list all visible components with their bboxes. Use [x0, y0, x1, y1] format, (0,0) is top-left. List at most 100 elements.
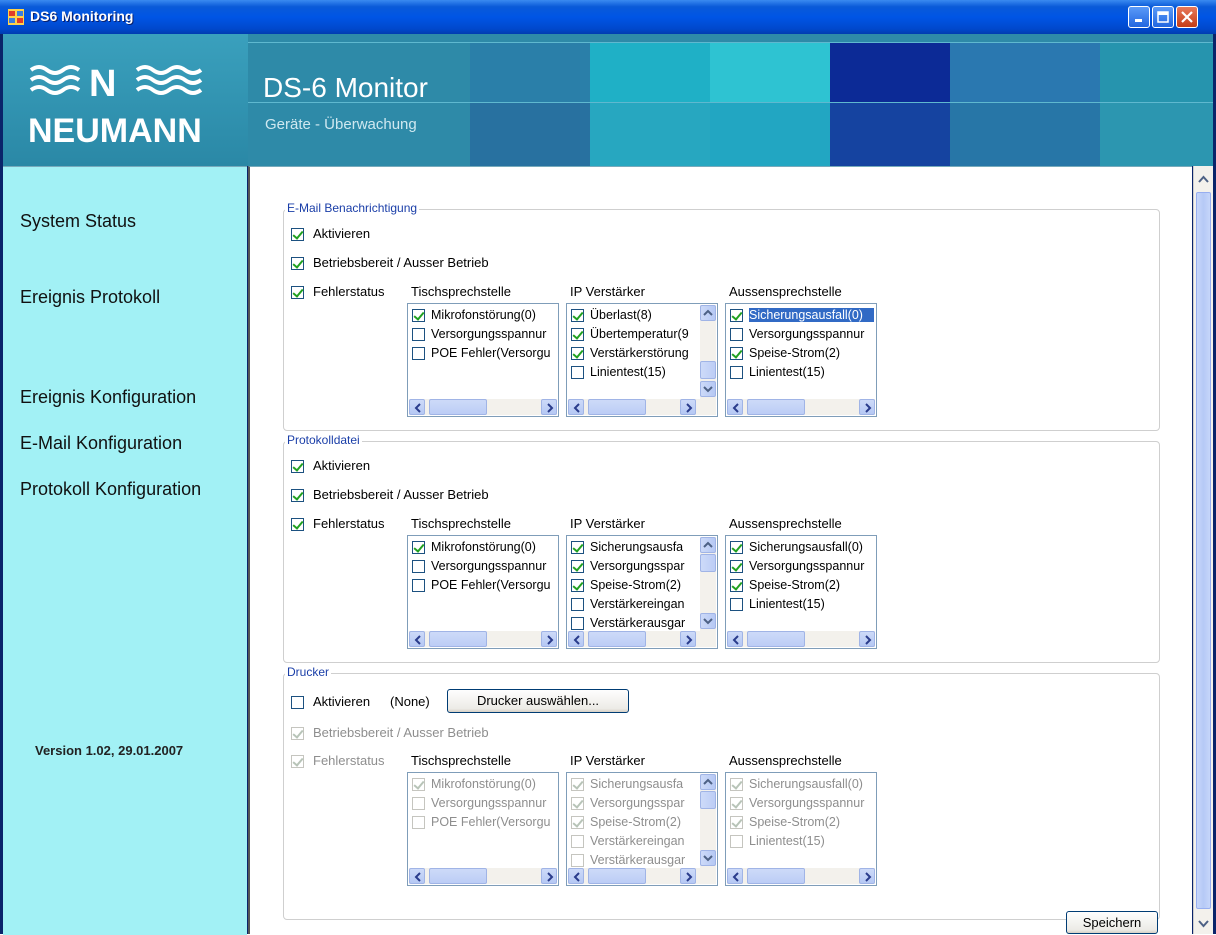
list-scroll-left-icon[interactable] — [568, 399, 584, 415]
checked-listbox[interactable]: Mikrofonstörung(0) Versorgungsspannur POE … — [407, 535, 559, 649]
list-hscrollbar[interactable] — [568, 868, 716, 884]
list-scroll-left-icon[interactable] — [568, 631, 584, 647]
list-item-checkbox[interactable] — [730, 797, 743, 810]
list-hscroll-thumb[interactable] — [747, 631, 805, 647]
list-item-checkbox[interactable] — [412, 541, 425, 554]
checked-listbox[interactable]: Sicherungsausfall(0) Versorgungsspannur Sp… — [725, 303, 877, 417]
list-hscrollbar[interactable] — [727, 868, 875, 884]
list-scroll-left-icon[interactable] — [568, 868, 584, 884]
list-scroll-right-icon[interactable] — [680, 399, 696, 415]
list-item-checkbox[interactable] — [730, 560, 743, 573]
list-scroll-left-icon[interactable] — [727, 399, 743, 415]
list-item-checkbox[interactable] — [730, 328, 743, 341]
checked-listbox[interactable]: Mikrofonstörung(0) Versorgungsspannur POE … — [407, 772, 559, 886]
list-item-checkbox[interactable] — [571, 835, 584, 848]
list-hscrollbar[interactable] — [727, 631, 875, 647]
scroll-down-icon[interactable] — [1196, 916, 1211, 931]
list-item[interactable]: Verstärkereingan — [570, 832, 710, 851]
list-item-checkbox[interactable] — [412, 347, 425, 360]
list-item-checkbox[interactable] — [412, 309, 425, 322]
fehlerstatus-checkbox[interactable] — [291, 518, 304, 531]
list-scroll-up-icon[interactable] — [700, 537, 716, 553]
list-scroll-down-icon[interactable] — [700, 381, 716, 397]
fehlerstatus-checkbox[interactable] — [291, 755, 304, 768]
list-item[interactable]: Sicherungsausfall(0) — [729, 538, 869, 557]
list-item[interactable]: Mikrofonstörung(0) — [411, 306, 551, 325]
main-scrollbar[interactable] — [1193, 166, 1213, 934]
list-hscroll-thumb[interactable] — [588, 868, 646, 884]
list-item[interactable]: Speise-Strom(2) — [729, 576, 869, 595]
aktivieren-checkbox[interactable] — [291, 460, 304, 473]
list-item-checkbox[interactable] — [730, 778, 743, 791]
list-hscroll-thumb[interactable] — [747, 399, 805, 415]
list-item-checkbox[interactable] — [412, 816, 425, 829]
list-scroll-left-icon[interactable] — [409, 399, 425, 415]
list-item[interactable]: Linientest(15) — [729, 595, 869, 614]
list-item-checkbox[interactable] — [571, 309, 584, 322]
list-item[interactable]: Versorgungsspannur — [729, 794, 869, 813]
scroll-up-icon[interactable] — [1196, 172, 1211, 187]
scroll-thumb[interactable] — [1196, 192, 1211, 909]
sidebar-item-system-status[interactable]: System Status — [20, 211, 136, 232]
checked-listbox[interactable]: Sicherungsausfa Versorgungsspar Speise-Str… — [566, 772, 718, 886]
list-item[interactable]: Mikrofonstörung(0) — [411, 538, 551, 557]
list-hscroll-thumb[interactable] — [429, 399, 487, 415]
list-item-checkbox[interactable] — [412, 328, 425, 341]
list-scroll-left-icon[interactable] — [409, 868, 425, 884]
list-scroll-up-icon[interactable] — [700, 774, 716, 790]
list-scroll-right-icon[interactable] — [541, 631, 557, 647]
list-item[interactable]: Linientest(15) — [570, 363, 710, 382]
list-item-checkbox[interactable] — [571, 797, 584, 810]
title-bar[interactable]: DS6 Monitoring — [0, 0, 1216, 34]
list-item[interactable]: Mikrofonstörung(0) — [411, 775, 551, 794]
checked-listbox[interactable]: Sicherungsausfa Versorgungsspar Speise-Str… — [566, 535, 718, 649]
list-scroll-thumb[interactable] — [700, 361, 716, 379]
save-button[interactable]: Speichern — [1066, 911, 1158, 934]
list-item[interactable]: Speise-Strom(2) — [570, 813, 710, 832]
list-scroll-right-icon[interactable] — [859, 868, 875, 884]
list-item[interactable]: POE Fehler(Versorgu — [411, 813, 551, 832]
list-item[interactable]: Versorgungsspannur — [411, 325, 551, 344]
list-item-checkbox[interactable] — [571, 816, 584, 829]
list-scroll-thumb[interactable] — [700, 791, 716, 809]
list-hscroll-thumb[interactable] — [747, 868, 805, 884]
list-item-checkbox[interactable] — [730, 598, 743, 611]
list-item[interactable]: POE Fehler(Versorgu — [411, 344, 551, 363]
list-item[interactable]: Speise-Strom(2) — [729, 813, 869, 832]
list-item-checkbox[interactable] — [730, 579, 743, 592]
list-scroll-right-icon[interactable] — [541, 868, 557, 884]
list-item-checkbox[interactable] — [571, 366, 584, 379]
list-item-checkbox[interactable] — [571, 328, 584, 341]
checked-listbox[interactable]: Mikrofonstörung(0) Versorgungsspannur POE … — [407, 303, 559, 417]
list-item[interactable]: Übertemperatur(9 — [570, 325, 710, 344]
list-scroll-left-icon[interactable] — [409, 631, 425, 647]
list-item-checkbox[interactable] — [412, 778, 425, 791]
list-item[interactable]: Versorgungsspar — [570, 557, 710, 576]
maximize-button[interactable] — [1152, 6, 1174, 28]
list-scroll-right-icon[interactable] — [680, 631, 696, 647]
list-item-checkbox[interactable] — [730, 816, 743, 829]
list-item[interactable]: Versorgungsspannur — [411, 557, 551, 576]
list-hscrollbar[interactable] — [409, 399, 557, 415]
list-item[interactable]: Versorgungsspannur — [729, 325, 869, 344]
list-item-checkbox[interactable] — [412, 579, 425, 592]
list-item[interactable]: Linientest(15) — [729, 832, 869, 851]
list-hscrollbar[interactable] — [409, 868, 557, 884]
list-scroll-right-icon[interactable] — [541, 399, 557, 415]
list-item[interactable]: Verstärkereingan — [570, 595, 710, 614]
list-scroll-left-icon[interactable] — [727, 631, 743, 647]
list-item[interactable]: Verstärkerstörung — [570, 344, 710, 363]
sidebar-item-ereignis-protokoll[interactable]: Ereignis Protokoll — [20, 287, 160, 308]
list-item-checkbox[interactable] — [730, 366, 743, 379]
list-item-checkbox[interactable] — [571, 778, 584, 791]
list-item[interactable]: Speise-Strom(2) — [729, 344, 869, 363]
list-scroll-right-icon[interactable] — [680, 868, 696, 884]
list-hscroll-thumb[interactable] — [588, 399, 646, 415]
list-scroll-down-icon[interactable] — [700, 613, 716, 629]
close-button[interactable] — [1176, 6, 1198, 28]
list-hscrollbar[interactable] — [727, 399, 875, 415]
betriebsbereit-checkbox[interactable] — [291, 727, 304, 740]
sidebar-item-email-konfiguration[interactable]: E-Mail Konfiguration — [20, 433, 182, 454]
list-scroll-up-icon[interactable] — [700, 305, 716, 321]
sidebar-item-ereignis-konfiguration[interactable]: Ereignis Konfiguration — [20, 387, 196, 408]
